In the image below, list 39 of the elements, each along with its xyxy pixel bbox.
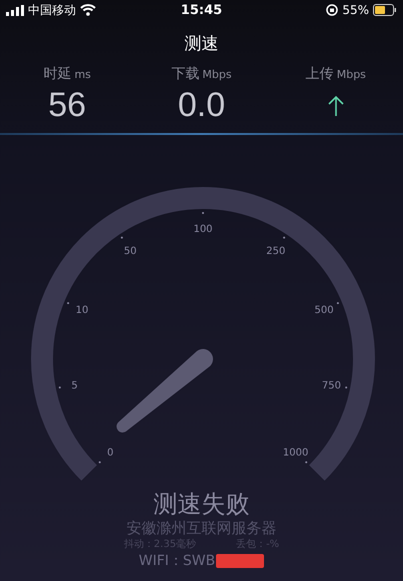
battery-icon — [372, 4, 397, 16]
network-name: WIFI：SWB — [138, 552, 216, 570]
stat-value: 0.0 — [178, 85, 226, 125]
tick-label: 5 — [71, 380, 78, 392]
carrier-name: 中国移动 — [28, 2, 76, 18]
stat-label: 时延 — [43, 65, 72, 83]
tick-dot — [305, 461, 308, 464]
status-message: 测速失败 — [154, 489, 250, 519]
tick-dot — [120, 236, 123, 239]
stat-label: 上传 — [306, 65, 334, 83]
tick-dot — [345, 386, 348, 388]
tick-dot — [98, 461, 101, 464]
tick-label: 500 — [314, 304, 334, 316]
stat-unit: ms — [74, 68, 91, 81]
tick-label: 10 — [76, 304, 88, 316]
stat-label: 下载 — [171, 65, 200, 83]
tick-label: 100 — [193, 224, 213, 235]
stat-unit: Mbps — [336, 68, 366, 81]
battery-percent: 55% — [342, 3, 369, 17]
page-title: 测速 — [184, 33, 218, 56]
tick-label: 1000 — [282, 448, 308, 459]
redaction-bar — [216, 554, 264, 568]
tick-label: 0 — [107, 448, 114, 459]
tick-dot — [283, 236, 286, 239]
tick-dot — [58, 386, 61, 388]
tick-label: 250 — [266, 246, 286, 258]
tick-label: 50 — [124, 246, 137, 258]
stat-unit: Mbps — [202, 68, 232, 81]
stat-value: 56 — [48, 85, 86, 125]
rotation-lock-icon — [326, 4, 338, 16]
clock-time: 15:45 — [180, 2, 222, 18]
tick-label: 750 — [322, 380, 342, 392]
signal-icon — [6, 4, 24, 16]
tick-dot — [202, 212, 204, 214]
wifi-icon — [80, 4, 96, 16]
server-name: 安徽滁州互联网服务器 — [126, 519, 276, 538]
tick-dot — [336, 302, 339, 304]
up-arrow-icon — [328, 95, 344, 117]
tick-dot — [67, 302, 70, 304]
